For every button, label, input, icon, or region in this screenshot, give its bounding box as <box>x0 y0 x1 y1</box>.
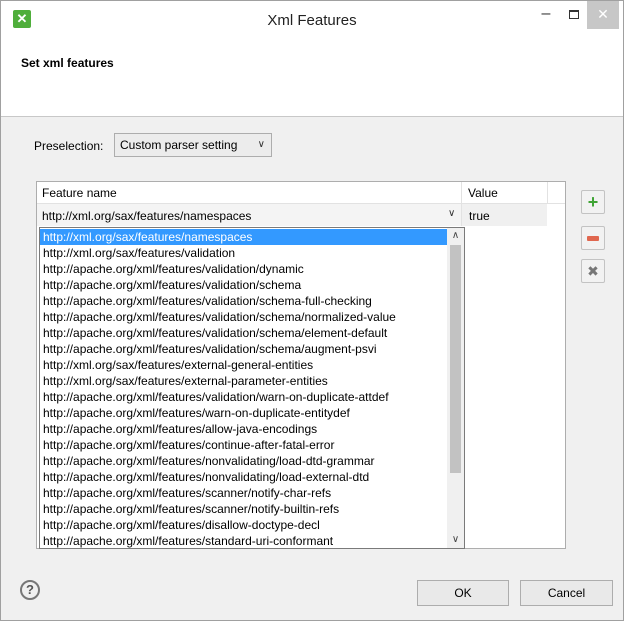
scroll-up-arrow-icon[interactable]: ∧ <box>447 228 464 244</box>
column-separator <box>547 182 548 204</box>
dropdown-option[interactable]: http://xml.org/sax/features/validation <box>40 245 448 261</box>
maximize-icon <box>569 10 579 20</box>
title-bar: ✕ Xml Features – ✕ <box>1 1 623 39</box>
column-header-value[interactable]: Value <box>468 186 498 200</box>
add-feature-button[interactable]: + <box>581 190 605 214</box>
banner-title: Set xml features <box>21 56 114 70</box>
dropdown-scrollbar[interactable]: ∧ ∨ <box>447 228 464 548</box>
scroll-down-arrow-icon[interactable]: ∨ <box>447 532 464 548</box>
header-banner: Set xml features <box>1 39 623 117</box>
dropdown-option[interactable]: http://apache.org/xml/features/validatio… <box>40 389 448 405</box>
column-separator <box>461 182 462 204</box>
dropdown-option[interactable]: http://apache.org/xml/features/validatio… <box>40 277 448 293</box>
plus-icon: + <box>587 192 599 212</box>
chevron-down-icon[interactable]: ∨ <box>448 208 455 219</box>
preselection-select[interactable]: Custom parser setting ∨ <box>114 133 272 157</box>
minus-icon <box>587 236 599 242</box>
table-header: Feature name Value <box>37 182 565 204</box>
clear-features-button[interactable]: ✖ <box>581 259 605 283</box>
feature-name-cell[interactable]: http://xml.org/sax/features/namespaces <box>42 209 251 223</box>
dropdown-option[interactable]: http://apache.org/xml/features/validatio… <box>40 325 448 341</box>
dropdown-option[interactable]: http://apache.org/xml/features/disallow-… <box>40 517 448 533</box>
preselection-value: Custom parser setting <box>120 138 238 152</box>
dropdown-option[interactable]: http://apache.org/xml/features/continue-… <box>40 437 448 453</box>
dropdown-option[interactable]: http://apache.org/xml/features/nonvalida… <box>40 469 448 485</box>
dropdown-option[interactable]: http://xml.org/sax/features/external-gen… <box>40 357 448 373</box>
cancel-button[interactable]: Cancel <box>520 580 613 606</box>
dropdown-option[interactable]: http://apache.org/xml/features/allow-jav… <box>40 421 448 437</box>
dropdown-option[interactable]: http://apache.org/xml/features/scanner/n… <box>40 485 448 501</box>
feature-dropdown-list[interactable]: http://xml.org/sax/features/namespaces ht… <box>39 227 465 549</box>
help-icon[interactable]: ? <box>20 580 40 600</box>
dropdown-option[interactable]: http://apache.org/xml/features/standard-… <box>40 533 448 548</box>
remove-feature-button[interactable] <box>581 226 605 250</box>
scrollbar-thumb[interactable] <box>450 245 461 473</box>
dropdown-option[interactable]: http://apache.org/xml/features/scanner/n… <box>40 501 448 517</box>
feature-value-text: true <box>469 209 490 223</box>
preselection-label: Preselection: <box>34 139 104 153</box>
dropdown-option[interactable]: http://xml.org/sax/features/external-par… <box>40 373 448 389</box>
dropdown-option[interactable]: http://apache.org/xml/features/validatio… <box>40 309 448 325</box>
window-title: Xml Features <box>267 12 357 29</box>
dropdown-option[interactable]: http://xml.org/sax/features/namespaces <box>40 229 448 245</box>
dropdown-option[interactable]: http://apache.org/xml/features/warn-on-d… <box>40 405 448 421</box>
table-row[interactable]: http://xml.org/sax/features/namespaces ∨… <box>37 204 547 226</box>
dropdown-option[interactable]: http://apache.org/xml/features/validatio… <box>40 293 448 309</box>
chevron-down-icon: ∨ <box>257 139 265 150</box>
xml-features-dialog: ✕ Xml Features – ✕ Set xml features Pres… <box>0 0 624 621</box>
dropdown-option[interactable]: http://apache.org/xml/features/validatio… <box>40 341 448 357</box>
dropdown-option[interactable]: http://apache.org/xml/features/nonvalida… <box>40 453 448 469</box>
close-button[interactable]: ✕ <box>587 1 619 29</box>
maximize-button[interactable] <box>561 1 587 29</box>
dropdown-option[interactable]: http://apache.org/xml/features/validatio… <box>40 261 448 277</box>
clear-all-icon: ✖ <box>587 263 599 279</box>
ok-button[interactable]: OK <box>417 580 509 606</box>
minimize-button[interactable]: – <box>533 1 559 29</box>
column-header-feature-name[interactable]: Feature name <box>42 186 117 200</box>
